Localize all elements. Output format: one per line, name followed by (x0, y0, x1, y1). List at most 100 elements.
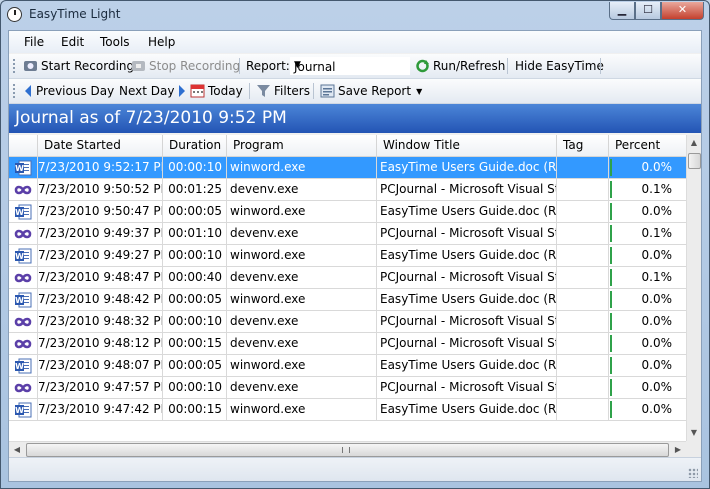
chevron-down-icon[interactable]: ▼ (294, 60, 407, 70)
next-day-button[interactable]: Next Day (119, 84, 190, 98)
word-document-icon: W (15, 248, 32, 264)
stop-icon (132, 61, 145, 71)
column-header-duration[interactable]: Duration (163, 135, 227, 157)
table-row[interactable]: 7/23/2010 9:48:47 PM 00:00:40 devenv.exe PC… (9, 267, 686, 289)
scroll-down-icon[interactable]: ▼ (687, 425, 701, 441)
report-select[interactable]: Journal ▼ (290, 57, 410, 75)
scroll-left-icon[interactable]: ◀ (9, 442, 25, 457)
today-button[interactable]: Today (190, 84, 243, 98)
title-bar[interactable]: EasyTime Light ▁ ☐ ✕ (1, 1, 709, 29)
table-row[interactable]: 7/23/2010 9:48:12 PM 00:00:15 devenv.exe PC… (9, 333, 686, 355)
column-header-percent[interactable]: Percent (609, 135, 686, 157)
close-button[interactable]: ✕ (661, 2, 704, 20)
table-row[interactable]: W 7/23/2010 9:48:42 PM 00:00:05 winword.exe… (9, 289, 686, 311)
status-bar (9, 457, 701, 481)
chevron-down-icon[interactable]: ▼ (416, 87, 422, 96)
vertical-scroll-thumb[interactable] (688, 153, 701, 169)
program-cell: winword.exe (227, 355, 377, 377)
percent-bar (610, 379, 612, 396)
window-title-cell: EasyTime Users Guide.doc (Read-... (377, 245, 557, 267)
percent-value: 0.0% (641, 160, 673, 174)
table-row[interactable]: 7/23/2010 9:47:57 PM 00:00:10 devenv.exe PC… (9, 377, 686, 399)
vertical-scrollbar[interactable]: ▲ ▼ (686, 135, 701, 441)
toolbar-grip[interactable] (13, 59, 17, 73)
table-row[interactable]: W 7/23/2010 9:52:17 PM 00:00:10 winword.exe… (9, 157, 686, 179)
date-started-cell: 7/23/2010 9:47:57 PM (38, 377, 163, 399)
word-document-icon: W (15, 292, 32, 308)
row-icon-cell: W (9, 201, 38, 223)
date-started-cell: 7/23/2010 9:47:42 PM (38, 399, 163, 421)
row-icon-cell (9, 223, 38, 245)
duration-cell: 00:00:15 (163, 399, 227, 421)
stop-recording-label: Stop Recording (149, 59, 241, 73)
menu-help[interactable]: Help (148, 35, 175, 49)
program-cell: winword.exe (227, 289, 377, 311)
menu-tools[interactable]: Tools (100, 35, 130, 49)
scroll-up-icon[interactable]: ▲ (687, 135, 701, 151)
percent-bar (610, 313, 612, 330)
run-refresh-label: Run/Refresh (433, 59, 506, 73)
arrow-left-icon (25, 85, 31, 97)
table-row[interactable]: W 7/23/2010 9:47:42 PM 00:00:15 winword.exe… (9, 399, 686, 421)
percent-value: 0.0% (641, 314, 673, 328)
row-icon-cell (9, 311, 38, 333)
table-row[interactable]: 7/23/2010 9:49:37 PM 00:01:10 devenv.exe PC… (9, 223, 686, 245)
date-started-cell: 7/23/2010 9:48:47 PM (38, 267, 163, 289)
next-day-label: Next Day (119, 84, 175, 98)
minimize-button[interactable]: ▁ (609, 2, 635, 20)
previous-day-button[interactable]: Previous Day (23, 84, 114, 98)
column-header-icon[interactable] (9, 135, 38, 157)
menu-edit[interactable]: Edit (61, 35, 84, 49)
window-title-cell: EasyTime Users Guide.doc (Read-... (377, 157, 557, 179)
row-icon-cell (9, 179, 38, 201)
percent-value: 0.1% (641, 226, 673, 240)
horizontal-scroll-thumb[interactable] (26, 443, 669, 457)
menu-file[interactable]: File (24, 35, 44, 49)
table-row[interactable]: 7/23/2010 9:50:52 PM 00:01:25 devenv.exe PC… (9, 179, 686, 201)
percent-bar (610, 247, 612, 264)
journal-grid[interactable]: Date Started Duration Program Window Tit… (9, 135, 686, 441)
row-icon-cell (9, 333, 38, 355)
duration-cell: 00:00:10 (163, 377, 227, 399)
app-clock-icon[interactable] (7, 7, 22, 22)
save-report-button[interactable]: Save Report ▼ (320, 84, 422, 98)
stop-recording-button[interactable]: Stop Recording (131, 59, 240, 73)
column-header-window-title[interactable]: Window Title (377, 135, 557, 157)
program-cell: devenv.exe (227, 333, 377, 355)
maximize-button[interactable]: ☐ (635, 2, 661, 20)
date-started-cell: 7/23/2010 9:48:07 PM (38, 355, 163, 377)
table-row[interactable]: 7/23/2010 9:48:32 PM 00:00:10 devenv.exe PC… (9, 311, 686, 333)
percent-value: 0.0% (641, 402, 673, 416)
date-started-cell: 7/23/2010 9:52:17 PM (38, 157, 163, 179)
column-header-date-started[interactable]: Date Started (38, 135, 163, 157)
duration-cell: 00:00:05 (163, 355, 227, 377)
filters-button[interactable]: Filters (256, 84, 310, 98)
percent-cell: 0.1% (609, 179, 686, 201)
table-row[interactable]: W 7/23/2010 9:50:47 PM 00:00:05 winword.exe… (9, 201, 686, 223)
column-header-tag[interactable]: Tag (557, 135, 609, 157)
tag-cell (557, 289, 609, 311)
previous-day-label: Previous Day (36, 84, 115, 98)
table-row[interactable]: W 7/23/2010 9:48:07 PM 00:00:05 winword.exe… (9, 355, 686, 377)
tag-cell (557, 311, 609, 333)
column-header-program[interactable]: Program (227, 135, 377, 157)
scroll-right-icon[interactable]: ▶ (670, 442, 686, 457)
run-refresh-button[interactable]: Run/Refresh (415, 59, 505, 73)
window-title-cell: EasyTime Users Guide.doc (Read-... (377, 399, 557, 421)
resize-grip-icon[interactable] (688, 468, 698, 478)
save-report-icon (320, 84, 335, 98)
toolbar-separator (313, 83, 314, 99)
percent-cell: 0.1% (609, 267, 686, 289)
scroll-corner (686, 441, 701, 457)
table-row[interactable]: W 7/23/2010 9:49:27 PM 00:00:10 winword.exe… (9, 245, 686, 267)
hide-easytime-button[interactable]: Hide EasyTime (515, 59, 604, 73)
window-title-cell: EasyTime Users Guide.doc (Read-... (377, 289, 557, 311)
date-started-cell: 7/23/2010 9:49:37 PM (38, 223, 163, 245)
start-recording-button[interactable]: Start Recording (23, 59, 134, 73)
percent-cell: 0.0% (609, 245, 686, 267)
toolbar-grip[interactable] (13, 84, 17, 98)
visual-studio-icon (14, 317, 32, 327)
tag-cell (557, 245, 609, 267)
horizontal-scrollbar[interactable]: ◀ ▶ (9, 441, 686, 457)
percent-bar (610, 357, 612, 374)
